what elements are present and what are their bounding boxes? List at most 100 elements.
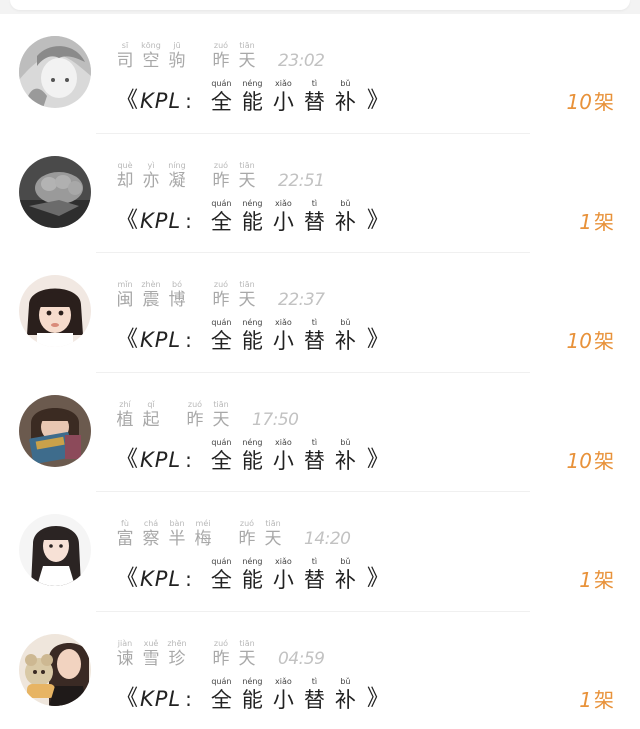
title-char-hanzi: 全 <box>210 90 232 114</box>
sender-name[interactable]: què 却 yì 亦 níng 凝 <box>112 161 190 192</box>
day-label: zuó 昨 tiān 天 <box>208 639 260 670</box>
title-char: quán 全 <box>206 557 237 594</box>
day-label-char-hanzi: 天 <box>238 170 256 191</box>
day-label-char: zuó 昨 <box>208 41 234 72</box>
title-char-pinyin: quán <box>211 437 232 447</box>
sender-name-char: chá 察 <box>138 519 164 550</box>
girl-plush-toy-avatar[interactable] <box>19 633 91 706</box>
sender-name-char-pinyin: sī <box>121 41 129 50</box>
title-char-pinyin: xiǎo <box>275 318 292 327</box>
title-char-pinyin: xiǎo <box>275 198 292 208</box>
sender-meta: fù 富 chá 察 bàn 半 méi 梅 zuó 昨 tiān 天 14:20 <box>112 516 351 550</box>
message-row-5[interactable]: fù 富 chá 察 bàn 半 méi 梅 zuó 昨 tiān 天 14:20 《 KPL : … <box>0 492 640 612</box>
message-row-4[interactable]: zhí 植 qǐ 起 zuó 昨 tiān 天 17:50 《 KPL : quán 全 nén… <box>0 372 640 492</box>
open-bracket: 《 <box>116 207 139 233</box>
title-char: quán 全 <box>206 677 237 714</box>
title-char: quán 全 <box>206 318 237 355</box>
title-char: quán 全 <box>206 79 237 116</box>
day-label: zuó 昨 tiān 天 <box>208 161 260 192</box>
open-bracket: 《 <box>116 446 139 472</box>
close-bracket: 》 <box>366 88 389 113</box>
sender-name-char-hanzi: 空 <box>142 51 160 71</box>
day-label-char: zuó 昨 <box>182 400 208 431</box>
girl-long-hair-avatar[interactable] <box>19 514 91 586</box>
title-char: néng 能 <box>237 438 268 475</box>
message-row-2[interactable]: què 却 yì 亦 níng 凝 zuó 昨 tiān 天 22:51 《 KPL : quá… <box>0 133 640 253</box>
title-char-hanzi: 替 <box>303 209 325 234</box>
day-label: zuó 昨 tiān 天 <box>182 400 234 431</box>
gift-count-unit: 架 <box>594 329 614 353</box>
day-label-char-pinyin: zuó <box>213 160 229 170</box>
sender-name-char-pinyin: qǐ <box>147 399 155 409</box>
message-row-1[interactable]: sī 司 kōng 空 jū 驹 zuó 昨 tiān 天 23:02 《 KPL : quán… <box>0 14 640 134</box>
message-row-6[interactable]: jiàn 谏 xuě 雪 zhēn 珍 zuó 昨 tiān 天 04:59 《 KPL : q… <box>0 611 640 729</box>
gift-count: 10 架 <box>567 327 614 355</box>
sender-name[interactable]: mǐn 闽 zhèn 震 bó 博 <box>112 280 190 311</box>
day-label-char-hanzi: 天 <box>264 529 282 549</box>
sender-name-char-hanzi: 富 <box>116 529 134 549</box>
sender-name-char: bàn 半 <box>164 519 190 550</box>
gift-count-number: 10 <box>566 329 592 353</box>
sender-name-char-pinyin: jū <box>173 41 181 50</box>
day-label-char-hanzi: 昨 <box>212 170 230 191</box>
title-char-hanzi: 补 <box>334 209 356 234</box>
gift-count: 10 架 <box>567 447 614 475</box>
title-char-hanzi: 小 <box>272 568 294 592</box>
sender-name-char-pinyin: níng <box>168 160 186 170</box>
day-label-char-hanzi: 昨 <box>212 51 230 71</box>
day-label-char-hanzi: 天 <box>238 290 256 310</box>
sender-name[interactable]: jiàn 谏 xuě 雪 zhēn 珍 <box>112 639 190 670</box>
sender-meta: què 却 yì 亦 níng 凝 zuó 昨 tiān 天 22:51 <box>112 158 325 192</box>
day-label: zuó 昨 tiān 天 <box>234 519 286 550</box>
sender-name-char-hanzi: 博 <box>168 290 186 310</box>
sender-meta: zhí 植 qǐ 起 zuó 昨 tiān 天 17:50 <box>112 397 299 431</box>
sender-name[interactable]: zhí 植 qǐ 起 <box>112 400 164 431</box>
title-char: quán 全 <box>206 199 237 236</box>
sender-name-char: xuě 雪 <box>138 639 164 670</box>
day-label-char: tiān 天 <box>234 41 260 72</box>
title-char: xiǎo 小 <box>268 557 299 594</box>
sender-name-char-pinyin: zhēn <box>167 638 187 648</box>
timestamp: 23:02 <box>278 51 325 71</box>
title-char: néng 能 <box>237 79 268 116</box>
gift-count-unit: 架 <box>594 568 614 592</box>
title-char: tì 替 <box>299 677 330 714</box>
title-char-pinyin: néng <box>242 437 263 447</box>
title-char-hanzi: 替 <box>303 329 325 353</box>
sender-name-char: bó 博 <box>164 280 190 311</box>
message-row-3[interactable]: mǐn 闽 zhèn 震 bó 博 zuó 昨 tiān 天 22:37 《 KPL : quá… <box>0 253 640 373</box>
sender-name-char-pinyin: zhèn <box>141 280 161 289</box>
title-char: bǔ 补 <box>330 557 361 594</box>
girl-book-avatar[interactable] <box>19 394 91 467</box>
sender-meta: mǐn 闽 zhèn 震 bó 博 zuó 昨 tiān 天 22:37 <box>112 277 325 311</box>
title-prefix: KPL <box>140 567 182 591</box>
day-label-char-pinyin: zuó <box>213 280 229 289</box>
gift-count-number: 1 <box>579 568 592 592</box>
close-bracket: 》 <box>366 566 389 591</box>
title-char-pinyin: néng <box>242 79 263 88</box>
title-char-hanzi: 小 <box>272 209 294 234</box>
gift-count-unit: 架 <box>594 687 614 712</box>
open-bracket: 《 <box>116 566 139 591</box>
sender-name[interactable]: sī 司 kōng 空 jū 驹 <box>112 41 190 72</box>
sender-name-char-pinyin: chá <box>143 519 159 528</box>
sender-name-char-hanzi: 司 <box>116 51 134 71</box>
sender-name-char: jū 驹 <box>164 41 190 72</box>
title-prefix: KPL <box>140 686 182 711</box>
sender-name[interactable]: fù 富 chá 察 bàn 半 méi 梅 <box>112 519 216 550</box>
title-char-pinyin: bǔ <box>340 676 351 686</box>
title-char: bǔ 补 <box>330 199 361 236</box>
previous-card-bottom <box>10 0 630 10</box>
fist-avatar[interactable] <box>19 155 91 228</box>
title-char-pinyin: tì <box>311 79 318 88</box>
title-char-hanzi: 全 <box>210 209 232 234</box>
game-title: 《 KPL : quán 全 néng 能 xiǎo 小 tì 替 bǔ 补 》 <box>116 76 389 116</box>
girl-bangs-avatar[interactable] <box>19 275 91 347</box>
timestamp: 22:51 <box>278 170 325 191</box>
anime-girl-avatar[interactable] <box>19 36 91 108</box>
title-char-pinyin: xiǎo <box>275 676 292 686</box>
title-char: xiǎo 小 <box>268 318 299 355</box>
title-colon: : <box>185 686 192 711</box>
title-prefix: KPL <box>140 328 182 352</box>
sender-name-char-hanzi: 雪 <box>142 648 160 669</box>
